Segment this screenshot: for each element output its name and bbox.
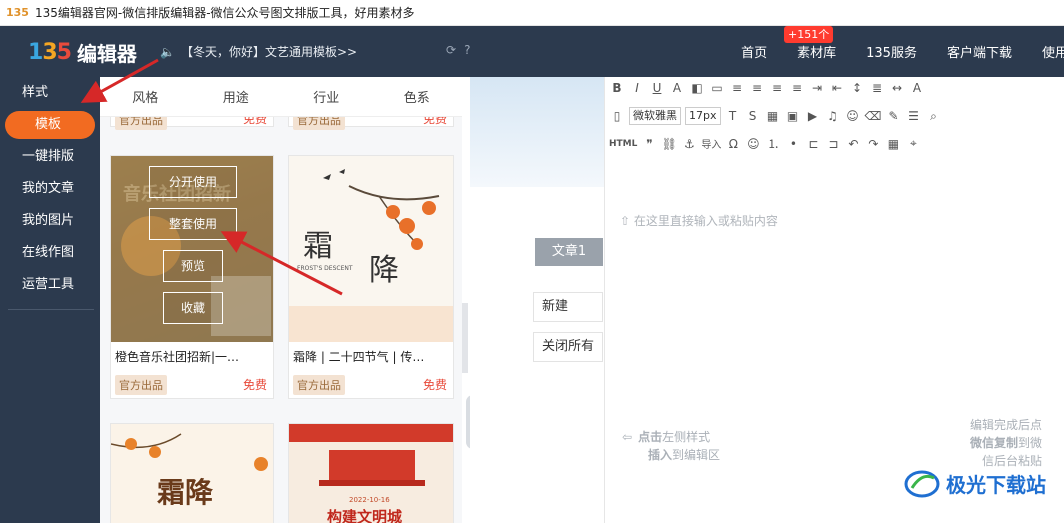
annotation-arrows — [80, 58, 343, 296]
annotation-arrow-to-use-set — [220, 231, 343, 296]
annotation-arrow-to-templates — [80, 58, 159, 103]
